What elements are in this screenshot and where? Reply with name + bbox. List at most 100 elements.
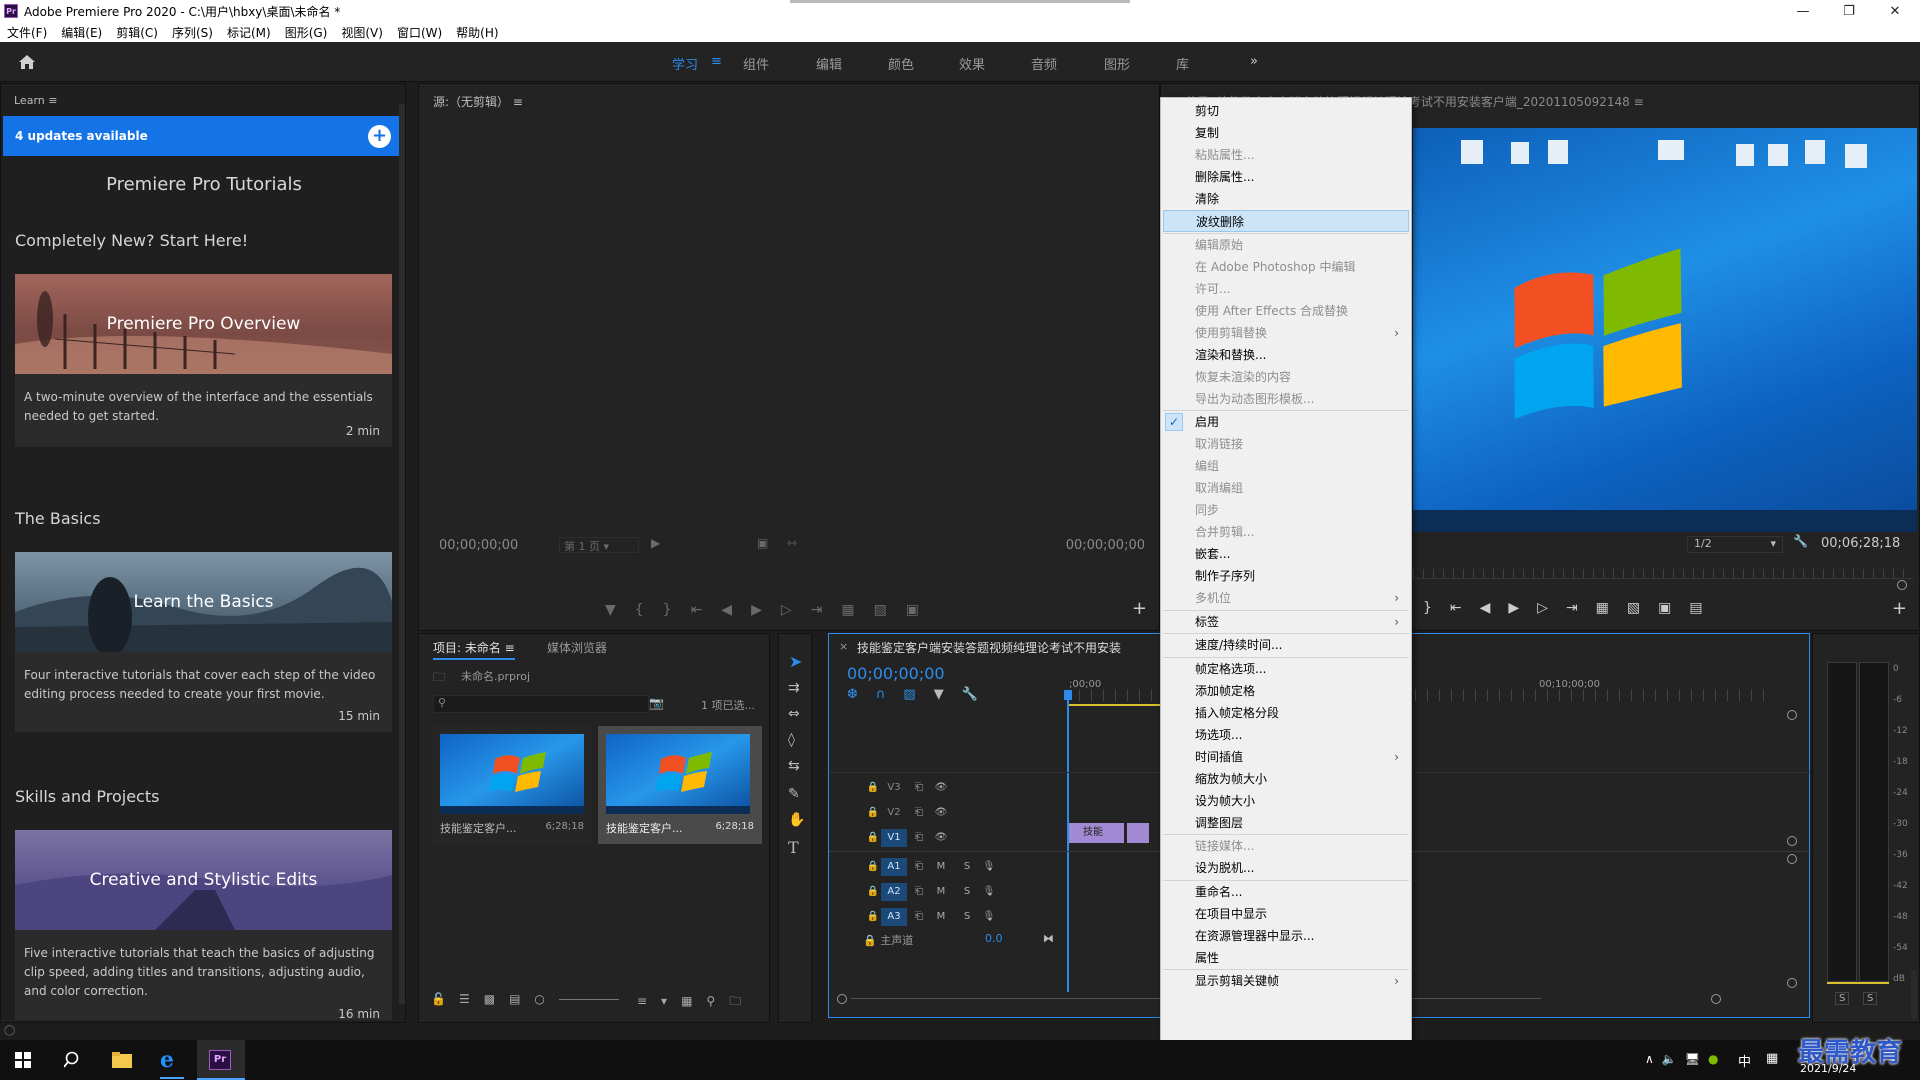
video-clip-2[interactable] [1127,823,1149,843]
workspace-tab[interactable]: 库 [1176,54,1189,73]
context-menu-item[interactable]: 帧定格选项... [1161,658,1411,680]
add-icon[interactable]: + [368,125,391,148]
sync-lock-icon[interactable]: ⎗ [909,779,929,797]
home-icon[interactable] [18,54,36,70]
context-menu-item[interactable]: 添加帧定格 [1161,680,1411,702]
search-icon[interactable] [64,1051,82,1069]
menu-item[interactable]: 编辑(E) [54,24,109,41]
ime-indicator[interactable]: 中 [1738,1051,1751,1070]
context-menu-item[interactable]: 波纹删除 [1163,210,1409,232]
tutorial-card-basics[interactable]: Learn the Basics [15,552,392,652]
add-button-icon[interactable]: + [1132,598,1147,619]
close-tab-icon[interactable]: × [839,640,848,653]
mute-button[interactable]: M [931,908,951,926]
workspace-tab[interactable]: 编辑 [816,54,842,73]
zoom-select[interactable]: 1/2 ▾ [1687,536,1783,553]
source-transport-controls[interactable]: ▼{}⇤◀▶▷⇥▦▧▣ [605,602,938,618]
edge-browser-icon[interactable]: e [160,1047,174,1073]
tutorial-card-creative[interactable]: Creative and Stylistic Edits [15,830,392,930]
project-toolbar-right[interactable]: ≡▾▦⚲🗀 [637,992,755,1013]
workspace-tab[interactable]: 组件 [743,54,769,73]
track-target-a2[interactable]: A2 [881,883,907,901]
menu-item[interactable]: 剪辑(C) [109,24,165,41]
minimize-icon[interactable]: — [1780,0,1826,22]
context-menu-item[interactable]: 重命名... [1161,881,1411,903]
workspace-menu-icon[interactable]: ≡ [711,54,722,69]
updates-banner[interactable]: 4 updates available + [3,116,403,156]
menu-item[interactable]: 窗口(W) [390,24,449,41]
workspace-tab[interactable]: 效果 [959,54,985,73]
thumb-size-slider[interactable] [559,999,619,1000]
track-lock-icon[interactable]: 🔒 [863,804,883,822]
context-menu-item[interactable]: 在资源管理器中显示... [1161,925,1411,947]
hand-tool-icon[interactable]: ✋ [788,812,805,828]
workspace-tab[interactable]: 音频 [1031,54,1057,73]
menu-item[interactable]: 标记(M) [220,24,278,41]
windows-start-icon[interactable] [15,1052,31,1068]
wrench-icon[interactable]: 🔧 [1793,534,1808,548]
timeline-toolbar[interactable]: ❆∩▨▼🔧 [847,687,996,702]
more-workspaces-icon[interactable]: » [1250,54,1258,69]
workspace-tab-learn[interactable]: 学习 [672,54,698,73]
file-explorer-icon[interactable] [112,1052,132,1068]
maximize-icon[interactable]: ❐ [1826,0,1872,22]
system-tray-icons[interactable]: ∧🔈🖥● [1645,1052,1726,1066]
voiceover-record-icon[interactable]: 🎙 [979,883,999,901]
learn-scrollbar[interactable] [399,104,405,1004]
workspace-tab[interactable]: 颜色 [888,54,914,73]
track-lock-icon[interactable]: 🔒 [863,934,877,947]
track-lock-icon[interactable]: 🔒 [863,883,883,901]
sync-lock-icon[interactable]: ⎗ [909,883,929,901]
menu-item[interactable]: 帮助(H) [449,24,505,41]
track-target-v1[interactable]: V1 [881,829,907,847]
project-toolbar[interactable]: ☰▩▤○ [459,992,559,1006]
program-ruler[interactable] [1413,569,1913,579]
vscroll-audio-handle[interactable] [1787,854,1797,864]
solo-left-button[interactable]: S [1835,992,1850,1005]
track-target-a3[interactable]: A3 [881,908,907,926]
mute-button[interactable]: M [931,858,951,876]
context-menu-item[interactable]: 嵌套... [1161,543,1411,565]
context-menu-item[interactable]: 时间插值 › [1161,746,1411,768]
context-menu-item[interactable]: 制作子序列 [1161,565,1411,587]
ime-grid-icon[interactable]: ▦ [1766,1051,1778,1066]
track-target-v3[interactable]: V3 [881,779,907,797]
slip-tool-icon[interactable]: ⇆ [788,758,800,774]
context-menu-item[interactable]: 显示剪辑关键帧 › [1161,970,1411,992]
new-bin-icon[interactable]: 📷 [649,696,664,710]
menu-item[interactable]: 文件(F) [0,24,54,41]
tab-project[interactable]: 项目: 未命名 ≡ [433,639,515,660]
sync-lock-icon[interactable]: ⎗ [909,908,929,926]
meter-scrollbar[interactable] [1911,970,1917,1020]
program-transport-controls[interactable]: }⇤◀▶▷⇥▦▧▣▤ [1423,600,1721,616]
premiere-taskbar-button[interactable]: Pr [197,1040,245,1080]
context-menu-item[interactable]: 剪切 [1161,100,1411,122]
tutorial-card-overview[interactable]: Premiere Pro Overview [15,274,392,374]
voiceover-record-icon[interactable]: 🎙 [979,858,999,876]
track-lock-icon[interactable]: 🔒 [863,779,883,797]
context-menu-item[interactable]: 缩放为帧大小 [1161,768,1411,790]
vscroll-mid-handle[interactable] [1787,836,1797,846]
timeline-tab[interactable]: 技能鉴定客户端安装答题视频纯理论考试不用安装 [857,639,1177,656]
context-menu-item[interactable]: 清除 [1161,188,1411,210]
tab-media-browser[interactable]: 媒体浏览器 [547,639,607,656]
project-item[interactable]: 技能鉴定客户... 6;28;18 [432,726,592,844]
page-select[interactable]: 第 1 页 ▾ [559,537,639,553]
track-target-a1[interactable]: A1 [881,858,907,876]
project-item-selected[interactable]: 技能鉴定客户... 6;28;18 [598,726,762,844]
hscroll-right-handle[interactable] [1711,994,1721,1004]
play-small-icon[interactable]: ▶ [651,536,660,550]
master-end-icon[interactable]: ⧓ [1043,932,1054,945]
sync-lock-icon[interactable]: ⎗ [909,804,929,822]
track-visibility-icon[interactable]: 👁 [931,779,951,797]
sync-lock-icon[interactable]: ⎗ [909,858,929,876]
playhead-handle[interactable] [1064,690,1072,700]
track-lock-icon[interactable]: 🔒 [863,829,883,847]
panel-menu-icon[interactable]: ≡ [513,95,523,109]
context-menu-item[interactable]: 设为帧大小 [1161,790,1411,812]
timeline-timecode[interactable]: 00;00;00;00 [847,664,945,683]
context-menu-item[interactable]: 插入帧定格分段 [1161,702,1411,724]
add-button-icon[interactable]: + [1892,598,1907,619]
solo-right-button[interactable]: S [1863,992,1878,1005]
context-menu-item[interactable]: 属性 [1161,947,1411,969]
